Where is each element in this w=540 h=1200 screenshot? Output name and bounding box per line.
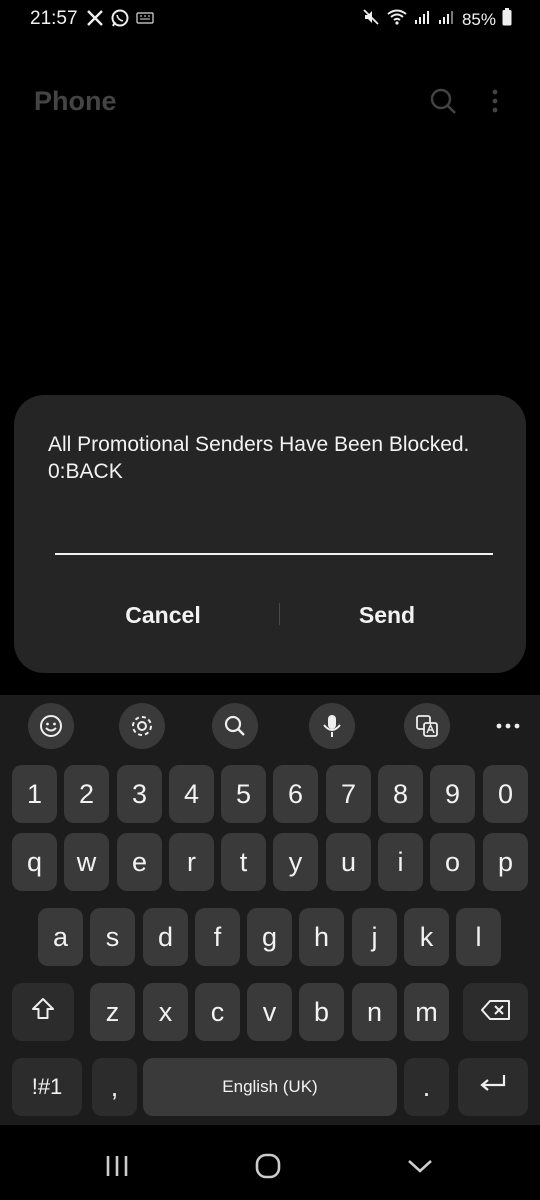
status-left-icons [86,8,154,33]
comma-key[interactable]: , [92,1058,137,1116]
period-key[interactable]: . [404,1058,449,1116]
back-icon[interactable] [395,1148,445,1184]
space-key[interactable]: English (UK) [143,1058,397,1116]
ussd-dialog: All Promotional Senders Have Been Blocke… [14,395,526,673]
enter-key[interactable] [458,1058,528,1116]
dialog-message: All Promotional Senders Have Been Blocke… [48,433,470,483]
key-7[interactable]: 7 [326,765,371,823]
key-5[interactable]: 5 [221,765,266,823]
status-bar: 21:57 85% [0,0,540,40]
key-b[interactable]: b [299,983,344,1041]
battery-icon [502,8,512,31]
cancel-button[interactable]: Cancel [48,591,278,639]
keyboard-notif-icon [136,11,154,30]
key-l[interactable]: l [456,908,501,966]
send-button[interactable]: Send [272,591,502,639]
key-u[interactable]: u [326,833,371,891]
key-4[interactable]: 4 [169,765,214,823]
key-f[interactable]: f [195,908,240,966]
key-a[interactable]: a [38,908,83,966]
dialog-response-input[interactable] [55,545,493,555]
key-h[interactable]: h [299,908,344,966]
key-1[interactable]: 1 [12,765,57,823]
key-3[interactable]: 3 [117,765,162,823]
settings-icon[interactable] [119,703,165,749]
key-0[interactable]: 0 [483,765,528,823]
enter-icon [478,1072,508,1103]
key-e[interactable]: e [117,833,162,891]
wifi-icon [386,8,408,31]
key-n[interactable]: n [352,983,397,1041]
key-w[interactable]: w [64,833,109,891]
key-d[interactable]: d [143,908,188,966]
key-9[interactable]: 9 [430,765,475,823]
key-o[interactable]: o [430,833,475,891]
key-q[interactable]: q [12,833,57,891]
signal-icon [414,9,432,30]
keyboard: 1 2 3 4 5 6 7 8 9 0 q w e r t y u i o p … [0,695,540,1125]
key-z[interactable]: z [90,983,135,1041]
home-icon[interactable] [243,1148,293,1184]
signal-icon [438,9,456,30]
search-icon[interactable] [428,86,458,116]
key-j[interactable]: j [352,908,397,966]
status-time: 21:57 [30,8,78,29]
key-k[interactable]: k [404,908,449,966]
key-2[interactable]: 2 [64,765,109,823]
recents-icon[interactable] [92,1148,142,1184]
battery-percent: 85% [461,9,496,29]
status-right: 85% [362,8,512,31]
key-i[interactable]: i [378,833,423,891]
backspace-key[interactable] [463,983,528,1041]
key-6[interactable]: 6 [273,765,318,823]
key-r[interactable]: r [169,833,214,891]
key-y[interactable]: y [273,833,318,891]
emoji-icon[interactable] [28,703,74,749]
mute-icon [362,8,380,31]
app-title: Phone [34,86,117,116]
shift-key[interactable] [12,983,74,1041]
backspace-icon [480,997,512,1028]
translate-icon[interactable] [404,703,450,749]
key-p[interactable]: p [483,833,528,891]
key-8[interactable]: 8 [378,765,423,823]
key-t[interactable]: t [221,833,266,891]
search-icon[interactable] [212,703,258,749]
symbols-key[interactable]: !#1 [12,1058,82,1116]
key-g[interactable]: g [247,908,292,966]
key-m[interactable]: m [404,983,449,1041]
key-s[interactable]: s [90,908,135,966]
navigation-bar [0,1130,540,1200]
mic-icon[interactable] [309,703,355,749]
shift-icon [30,996,56,1029]
more-horiz-icon[interactable] [486,711,530,741]
more-vert-icon[interactable] [480,86,510,116]
whatsapp-icon [110,8,130,33]
screen: 21:57 85% Phone All Promotional Senders … [0,0,540,1200]
keyboard-toolbar [0,695,540,755]
key-v[interactable]: v [247,983,292,1041]
key-x[interactable]: x [143,983,188,1041]
key-c[interactable]: c [195,983,240,1041]
x-app-icon [86,9,104,32]
